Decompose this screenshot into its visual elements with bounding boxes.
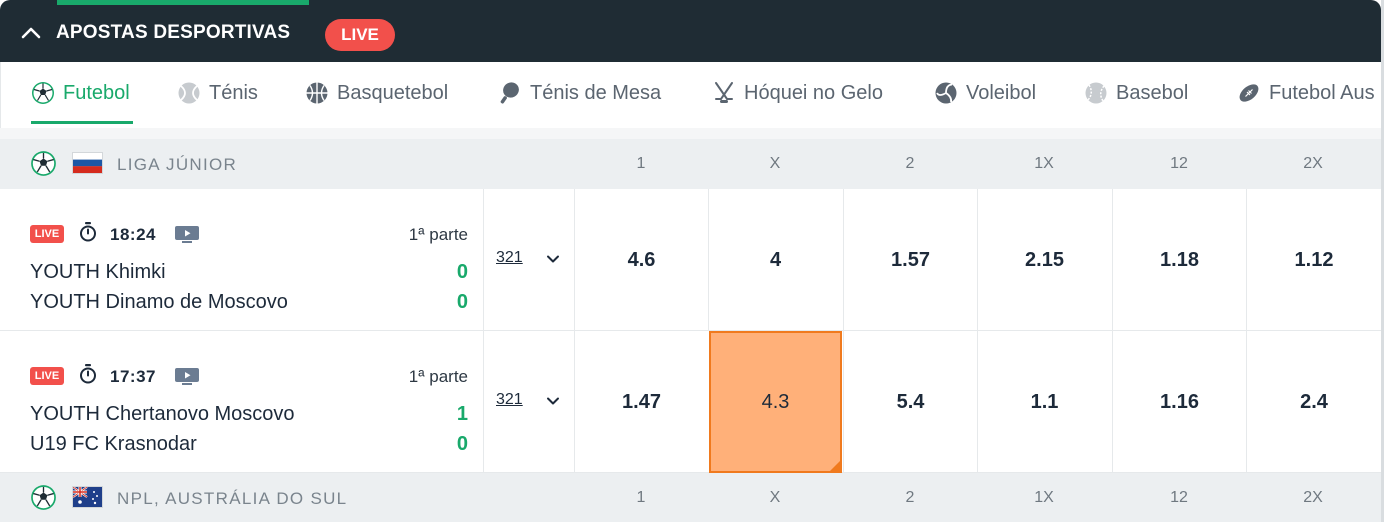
column-header-12: 12	[1170, 489, 1188, 506]
match-row[interactable]: LIVE 18:24 1ª parte YOUTH Khimki YOUTH D…	[0, 189, 1381, 331]
odd-2[interactable]: 5.4	[843, 331, 977, 473]
odd-1[interactable]: 4.6	[574, 189, 708, 331]
tab-label: Voleibol	[966, 81, 1037, 104]
soccer-ball-icon	[30, 484, 57, 511]
away-team: YOUTH Dinamo de Moscovo	[30, 291, 288, 313]
tab-futebol-australiano[interactable]: Futebol Aus	[1237, 62, 1375, 124]
section-title[interactable]: APOSTAS DESPORTIVAS	[56, 22, 290, 44]
home-team: YOUTH Chertanovo Moscovo	[30, 403, 295, 425]
home-team: YOUTH Khimki	[30, 261, 166, 283]
live-badge: LIVE	[30, 225, 64, 243]
column-header-2x: 2X	[1303, 155, 1323, 172]
tab-label: Basquetebol	[337, 81, 449, 104]
column-header-1x: 1X	[1034, 489, 1054, 506]
live-stream-icon[interactable]	[175, 368, 199, 385]
header-accent-bar	[57, 0, 309, 5]
sports-tabs: Futebol Ténis Basquetebol Ténis de Mesa …	[0, 62, 1381, 128]
hockey-sticks-icon	[712, 81, 736, 105]
tab-voleibol[interactable]: Voleibol	[934, 62, 1036, 124]
tab-futebol[interactable]: Futebol	[31, 62, 130, 124]
column-header-x: X	[769, 155, 781, 172]
column-header-2: 2	[905, 489, 915, 506]
volleyball-icon	[934, 81, 958, 105]
odd-2x[interactable]: 1.12	[1246, 189, 1381, 331]
active-tab-indicator	[31, 121, 133, 124]
tab-basebol[interactable]: Basebol	[1084, 62, 1188, 124]
column-header-12: 12	[1170, 155, 1188, 172]
russia-flag-icon	[72, 152, 103, 174]
column-header-1: 1	[636, 155, 646, 172]
league-name: NPL, AUSTRÁLIA DO SUL	[117, 489, 348, 508]
tab-tenis-de-mesa[interactable]: Ténis de Mesa	[498, 62, 661, 124]
tab-label: Ténis	[209, 81, 258, 104]
column-header-1: 1	[636, 489, 646, 506]
odd-x-selected[interactable]: 4.3	[709, 331, 842, 473]
chevron-down-icon[interactable]	[544, 250, 562, 268]
tab-label: Ténis de Mesa	[530, 81, 662, 104]
live-badge: LIVE	[325, 19, 395, 51]
away-team: U19 FC Krasnodar	[30, 433, 197, 455]
match-row[interactable]: LIVE 17:37 1ª parte YOUTH Chertanovo Mos…	[0, 331, 1381, 473]
away-score: 0	[456, 291, 468, 313]
match-period: 1ª parte	[408, 225, 468, 244]
column-divider	[483, 189, 484, 331]
odd-1x[interactable]: 2.15	[977, 189, 1111, 331]
australia-flag-icon	[72, 486, 103, 508]
section-gap	[0, 128, 1381, 139]
tab-label: Basebol	[1116, 81, 1189, 104]
tennis-ball-icon	[177, 81, 201, 105]
column-header-2x: 2X	[1303, 489, 1323, 506]
column-divider	[483, 331, 484, 473]
more-markets-link[interactable]: 321	[496, 249, 523, 267]
table-tennis-paddle-icon	[498, 81, 522, 105]
baseball-icon	[1084, 81, 1108, 105]
tab-label: Futebol	[63, 81, 130, 104]
odd-2x[interactable]: 2.4	[1246, 331, 1381, 473]
tab-basquetebol[interactable]: Basquetebol	[305, 62, 448, 124]
column-header-1x: 1X	[1034, 155, 1054, 172]
stopwatch-icon	[79, 364, 97, 384]
chevron-up-icon[interactable]	[20, 22, 42, 44]
tab-label: Hóquei no Gelo	[744, 81, 883, 104]
match-clock: 17:37	[110, 367, 156, 386]
soccer-ball-icon	[31, 81, 55, 105]
column-header-x: X	[769, 489, 781, 506]
american-football-icon	[1237, 81, 1261, 105]
chevron-down-icon[interactable]	[544, 392, 562, 410]
league-header-npl-australia[interactable]: NPL, AUSTRÁLIA DO SUL 1 X 2 1X 12 2X	[0, 473, 1381, 522]
match-period: 1ª parte	[408, 367, 468, 386]
away-score: 0	[456, 433, 468, 455]
odd-12[interactable]: 1.16	[1112, 331, 1246, 473]
match-clock: 18:24	[110, 225, 156, 244]
odd-1x[interactable]: 1.1	[977, 331, 1111, 473]
section-header: APOSTAS DESPORTIVAS LIVE	[0, 0, 1381, 62]
basketball-icon	[305, 81, 329, 105]
home-score: 1	[456, 403, 468, 425]
odd-12[interactable]: 1.18	[1112, 189, 1246, 331]
more-markets-link[interactable]: 321	[496, 391, 523, 409]
live-badge: LIVE	[30, 367, 64, 385]
live-stream-icon[interactable]	[175, 226, 199, 243]
odd-x[interactable]: 4	[708, 189, 842, 331]
column-header-2: 2	[905, 155, 915, 172]
soccer-ball-icon	[30, 150, 57, 177]
odd-1[interactable]: 1.47	[574, 331, 708, 473]
tab-tenis[interactable]: Ténis	[177, 62, 258, 124]
home-score: 0	[456, 261, 468, 283]
league-name: LIGA JÚNIOR	[117, 155, 238, 174]
stopwatch-icon	[79, 222, 97, 242]
tab-hoquei-no-gelo[interactable]: Hóquei no Gelo	[712, 62, 883, 124]
league-header-liga-junior[interactable]: LIGA JÚNIOR 1 X 2 1X 12 2X	[0, 139, 1381, 189]
tab-label: Futebol Aus	[1269, 81, 1375, 104]
odd-2[interactable]: 1.57	[843, 189, 977, 331]
